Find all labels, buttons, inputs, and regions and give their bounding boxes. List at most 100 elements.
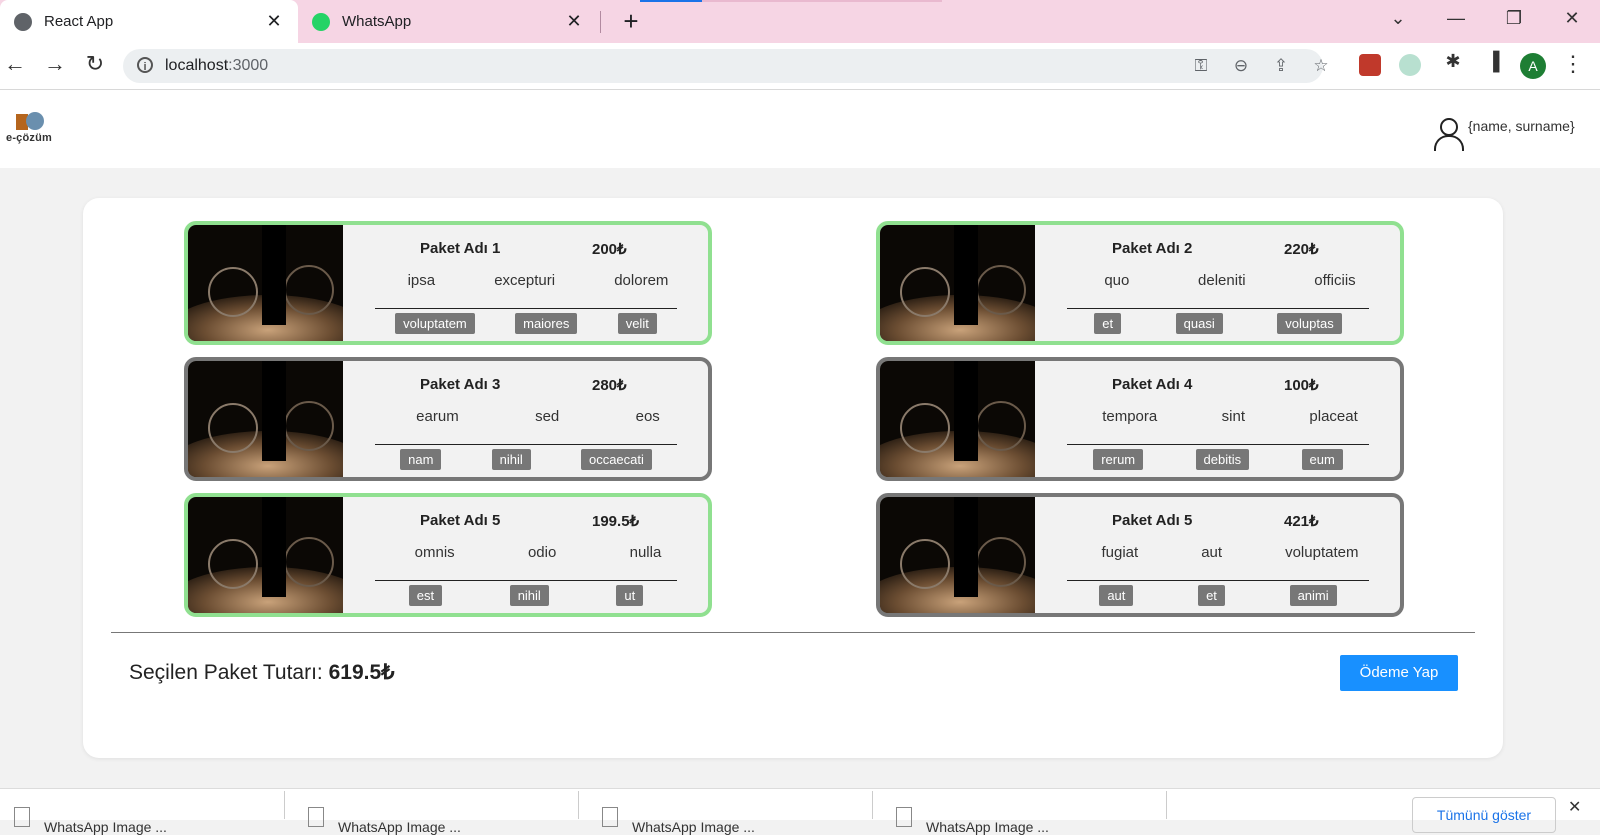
menu-icon[interactable]: ⋮ (1558, 51, 1588, 77)
close-tab-icon[interactable]: ✕ (564, 11, 584, 32)
package-tag: nihil (491, 449, 531, 470)
package-image (880, 361, 1035, 477)
package-feature: earum (416, 408, 459, 425)
package-tag: animi (1289, 585, 1337, 606)
package-features: earum sed eos (378, 408, 698, 425)
package-feature: voluptatem (1285, 544, 1359, 561)
package-tag: et (1198, 585, 1225, 606)
package-panel: Paket Adı 1 200₺ ipsa excepturi dolorem volup… (83, 198, 1503, 758)
app-header: e-çözüm {name, surname} (0, 90, 1600, 168)
package-features: omnis odio nulla (378, 544, 698, 561)
package-feature: dolorem (614, 272, 669, 289)
download-name: WhatsApp Image ... (632, 819, 755, 835)
download-item[interactable]: WhatsApp Image ... (896, 793, 1049, 835)
tab-title: WhatsApp (342, 13, 412, 30)
share-icon[interactable]: ⇪ (1269, 56, 1293, 76)
package-features: ipsa excepturi dolorem (378, 272, 698, 289)
package-feature: odio (527, 544, 557, 561)
forward-arrow-icon[interactable]: → (40, 51, 70, 77)
site-info-icon[interactable]: i (137, 57, 153, 73)
tab-react-app[interactable]: React App ✕ (0, 0, 298, 43)
pay-button[interactable]: Ödeme Yap (1340, 655, 1458, 691)
package-tag: nam (400, 449, 442, 470)
tab-whatsapp[interactable]: WhatsApp ✕ (298, 0, 598, 43)
package-feature: quo (1104, 272, 1130, 289)
tab-title: React App (44, 13, 114, 30)
side-panel-icon[interactable]: ▐ (1478, 51, 1508, 72)
package-tags: nam nihil occaecati (375, 449, 677, 470)
package-tag: aut (1099, 585, 1134, 606)
selected-total: Seçilen Paket Tutarı: 619.5₺ (129, 660, 395, 685)
zoom-out-icon[interactable]: ⊖ (1229, 56, 1253, 76)
package-tag: maiores (515, 313, 578, 334)
package-feature: sint (1221, 408, 1245, 425)
address-bar[interactable]: i localhost:3000 ⚿ ⊖ ⇪ ☆ (123, 49, 1329, 83)
new-tab-button[interactable]: + (616, 6, 646, 37)
whatsapp-icon (312, 12, 330, 31)
puzzle-icon[interactable]: ✱ (1438, 51, 1468, 72)
download-item[interactable]: WhatsApp Image ... (602, 793, 755, 835)
package-tags: rerum debitis eum (1067, 449, 1369, 470)
package-card[interactable]: Paket Adı 3 280₺ earum sed eos nam nihil occaec… (184, 357, 712, 481)
package-tag: debitis (1195, 449, 1250, 470)
profile-avatar[interactable]: A (1520, 53, 1546, 79)
package-price: 199.5₺ (592, 513, 640, 530)
close-tab-icon[interactable]: ✕ (264, 11, 284, 32)
minimize-button[interactable]: — (1436, 8, 1476, 29)
browser-tab-strip: React App ✕ WhatsApp ✕ + ⌄ — ❐ ✕ (0, 0, 1600, 43)
package-feature: fugiat (1101, 544, 1139, 561)
package-tag: occaecati (580, 449, 652, 470)
package-name: Paket Adı 2 (1112, 240, 1193, 257)
package-name: Paket Adı 4 (1112, 376, 1193, 393)
package-image (188, 225, 343, 341)
url-port: :3000 (228, 57, 269, 74)
restore-button[interactable]: ❐ (1494, 8, 1534, 29)
package-tag: ut (616, 585, 644, 606)
package-tag: est (408, 585, 443, 606)
package-tag: nihil (509, 585, 549, 606)
package-tag: eum (1301, 449, 1343, 470)
url-text[interactable]: localhost:3000 (165, 57, 268, 75)
reload-icon[interactable]: ↻ (80, 51, 110, 77)
package-tags: et quasi voluptas (1067, 313, 1369, 334)
close-shelf-icon[interactable]: ✕ (1568, 797, 1581, 817)
package-divider (1067, 580, 1369, 581)
file-icon (308, 807, 324, 827)
package-feature: eos (635, 408, 660, 425)
package-feature: nulla (629, 544, 662, 561)
package-image (188, 361, 343, 477)
logo[interactable]: e-çözüm (6, 112, 62, 152)
back-arrow-icon[interactable]: ← (0, 51, 30, 77)
package-name: Paket Adı 1 (420, 240, 501, 257)
show-all-downloads-button[interactable]: Tümünü göster (1412, 797, 1556, 833)
package-tag: velit (617, 313, 657, 334)
tab-search-icon[interactable]: ⌄ (1378, 8, 1418, 29)
package-price: 200₺ (592, 241, 627, 258)
tab-separator (600, 11, 601, 33)
package-tag: rerum (1093, 449, 1144, 470)
separator (872, 791, 873, 819)
package-divider (1067, 444, 1369, 445)
bookmark-star-icon[interactable]: ☆ (1309, 56, 1333, 76)
download-item[interactable]: WhatsApp Image ... (308, 793, 461, 835)
package-feature: deleniti (1198, 272, 1246, 289)
total-amount: 619.5₺ (328, 661, 395, 684)
package-card[interactable]: Paket Adı 4 100₺ tempora sint placeat rerum de… (876, 357, 1404, 481)
download-name: WhatsApp Image ... (338, 819, 461, 835)
download-item[interactable]: WhatsApp Image ... (14, 793, 167, 835)
package-divider (375, 308, 677, 309)
package-image (880, 225, 1035, 341)
close-window-button[interactable]: ✕ (1552, 8, 1592, 29)
package-card[interactable]: Paket Adı 5 199.5₺ omnis odio nulla est nihil u… (184, 493, 712, 617)
package-features: tempora sint placeat (1070, 408, 1390, 425)
package-price: 100₺ (1284, 377, 1319, 394)
extension-icon[interactable] (1359, 54, 1381, 76)
user-menu[interactable]: {name, surname} (1432, 118, 1575, 152)
package-card[interactable]: Paket Adı 1 200₺ ipsa excepturi dolorem volup… (184, 221, 712, 345)
package-tags: est nihil ut (375, 585, 677, 606)
package-feature: aut (1201, 544, 1223, 561)
key-icon[interactable]: ⚿ (1189, 56, 1213, 76)
package-card[interactable]: Paket Adı 5 421₺ fugiat aut voluptatem aut et a… (876, 493, 1404, 617)
package-card[interactable]: Paket Adı 2 220₺ quo deleniti officiis et quas… (876, 221, 1404, 345)
extension-icon[interactable] (1399, 54, 1421, 76)
